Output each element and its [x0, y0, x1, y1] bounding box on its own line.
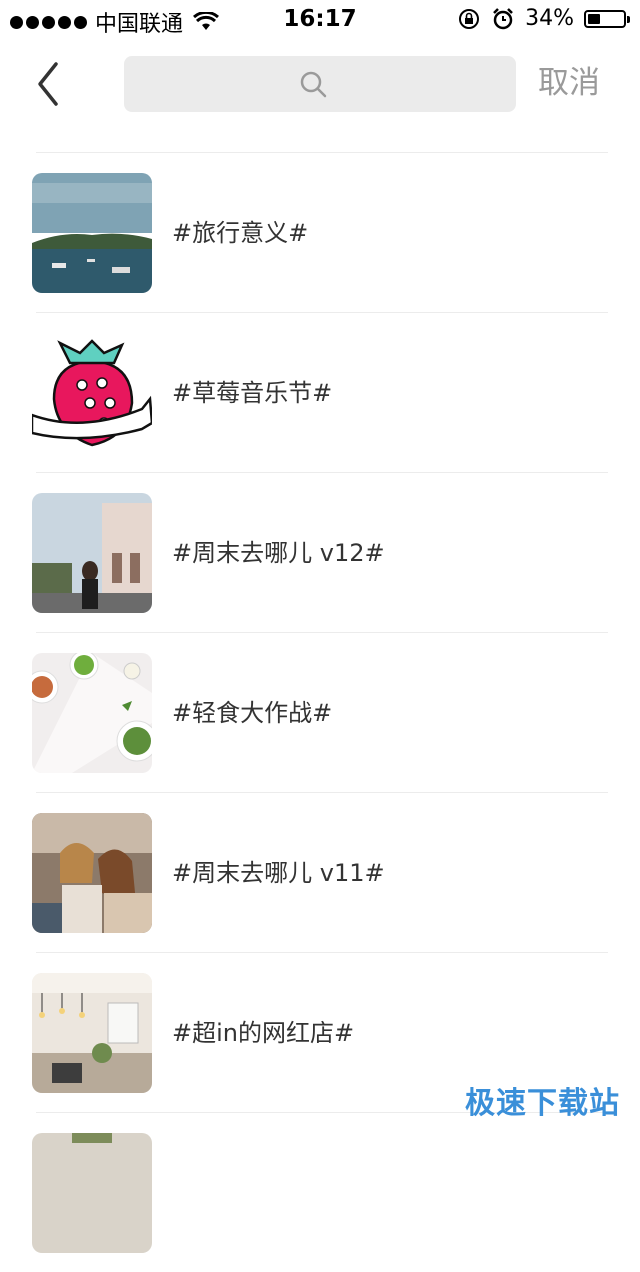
topic-label: #周末去哪儿 v12#	[172, 539, 385, 567]
topic-label: #超in的网红店#	[172, 1019, 355, 1047]
topic-label: #草莓音乐节#	[172, 379, 333, 407]
topic-item-weekend-v11[interactable]: #周末去哪儿 v11#	[0, 793, 640, 952]
topic-item-strawberry-festival[interactable]: #草莓音乐节#	[0, 313, 640, 472]
topic-item-travel[interactable]: #旅行意义#	[0, 153, 640, 312]
partial-photo-thumbnail	[32, 1133, 152, 1253]
status-bar: 中国联通 16:17 34%	[0, 0, 640, 40]
back-button[interactable]	[28, 60, 68, 108]
watermark: 极速下载站	[465, 1086, 620, 1121]
rotation-lock-icon	[459, 8, 480, 29]
search-icon	[300, 71, 327, 98]
street-photo-thumbnail	[32, 493, 152, 613]
battery-percent: 34%	[525, 6, 574, 31]
search-box[interactable]	[124, 56, 516, 114]
strawberry-logo-thumbnail	[32, 333, 152, 453]
topic-item-weekend-v12[interactable]: #周末去哪儿 v12#	[0, 473, 640, 632]
battery-icon	[584, 9, 630, 28]
alarm-icon	[493, 7, 513, 29]
cancel-button[interactable]: 取消	[538, 62, 600, 104]
salad-photo-thumbnail	[32, 653, 152, 773]
topic-label: #轻食大作战#	[172, 699, 333, 727]
topic-label: #周末去哪儿 v11#	[172, 859, 385, 887]
cafe-photo-thumbnail	[32, 973, 152, 1093]
harbor-photo-thumbnail	[32, 173, 152, 293]
topic-label: #旅行意义#	[172, 219, 309, 247]
chevron-left-icon	[38, 62, 58, 106]
topic-item-partial[interactable]	[0, 1113, 640, 1272]
topic-item-light-meal[interactable]: #轻食大作战#	[0, 633, 640, 792]
friends-photo-thumbnail	[32, 813, 152, 933]
status-right: 34%	[457, 6, 630, 31]
battery-level	[588, 13, 600, 24]
